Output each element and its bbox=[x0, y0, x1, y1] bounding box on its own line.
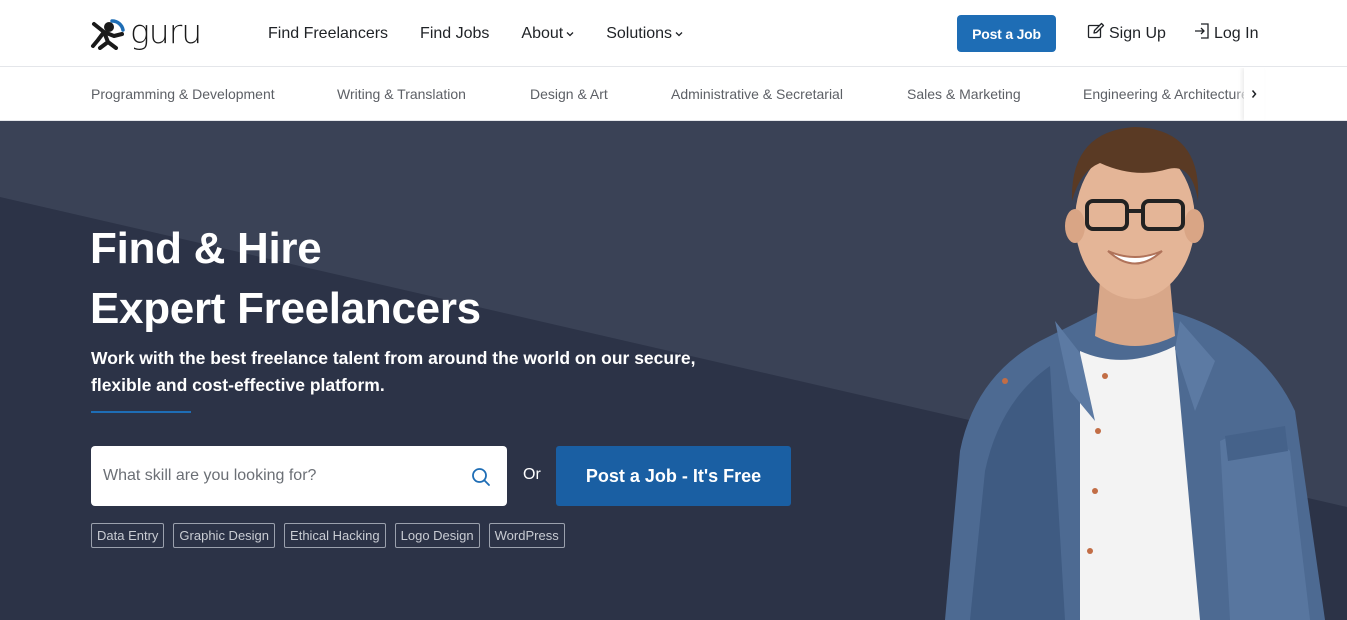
category-next-button[interactable] bbox=[1244, 68, 1264, 120]
popular-skill-tags: Data Entry Graphic Design Ethical Hackin… bbox=[91, 523, 565, 548]
nav-label: Solutions bbox=[606, 24, 673, 42]
hero-title: Find & Hire Expert Freelancers bbox=[90, 219, 481, 339]
nav-find-freelancers[interactable]: Find Freelancers bbox=[268, 25, 388, 43]
hero-underline-divider bbox=[91, 411, 191, 413]
skill-tag[interactable]: Graphic Design bbox=[173, 523, 276, 548]
category-engineering[interactable]: Engineering & Architecture bbox=[1083, 86, 1249, 102]
guru-logo-icon bbox=[90, 18, 128, 50]
edit-icon bbox=[1087, 22, 1109, 45]
post-job-button[interactable]: Post a Job bbox=[957, 15, 1056, 52]
skill-tag[interactable]: Logo Design bbox=[394, 523, 480, 548]
hero-title-line1: Find & Hire bbox=[90, 224, 322, 273]
hero-title-line2: Expert Freelancers bbox=[90, 284, 481, 333]
skill-search-input[interactable] bbox=[103, 467, 453, 485]
nav-about[interactable]: About bbox=[521, 25, 574, 43]
hero-person-image bbox=[945, 127, 1325, 620]
nav-solutions[interactable]: Solutions bbox=[606, 25, 683, 43]
search-icon[interactable] bbox=[471, 467, 491, 487]
category-administrative[interactable]: Administrative & Secretarial bbox=[671, 86, 843, 102]
top-navigation: guru Find Freelancers Find Jobs About So… bbox=[0, 0, 1347, 67]
category-sales[interactable]: Sales & Marketing bbox=[907, 86, 1021, 102]
login-icon bbox=[1194, 22, 1214, 45]
category-writing[interactable]: Writing & Translation bbox=[337, 86, 466, 102]
skill-tag[interactable]: Data Entry bbox=[91, 523, 165, 548]
skill-tag[interactable]: Ethical Hacking bbox=[284, 523, 386, 548]
main-nav: Find Freelancers Find Jobs About Solutio… bbox=[268, 0, 715, 67]
nav-label: Find Freelancers bbox=[268, 24, 389, 42]
guru-logo[interactable]: guru bbox=[90, 11, 224, 51]
nav-label: Find Jobs bbox=[420, 24, 490, 42]
nav-label: About bbox=[521, 24, 564, 42]
chevron-down-icon bbox=[675, 29, 683, 39]
skill-tag[interactable]: WordPress bbox=[488, 523, 565, 548]
category-programming[interactable]: Programming & Development bbox=[91, 86, 275, 102]
hero-subtitle: Work with the best freelance talent from… bbox=[91, 348, 696, 395]
log-in-link[interactable]: Log In bbox=[1194, 22, 1258, 45]
skill-search-box bbox=[91, 446, 507, 506]
nav-find-jobs[interactable]: Find Jobs bbox=[420, 25, 489, 43]
chevron-down-icon bbox=[566, 29, 574, 39]
sign-up-label: Sign Up bbox=[1109, 24, 1166, 42]
logo-wordmark: guru bbox=[130, 11, 202, 51]
category-bar: Programming & Development Writing & Tran… bbox=[0, 68, 1347, 121]
log-in-label: Log In bbox=[1214, 24, 1259, 42]
or-label: Or bbox=[523, 466, 541, 483]
sign-up-link[interactable]: Sign Up bbox=[1087, 22, 1166, 45]
post-job-free-button[interactable]: Post a Job - It's Free bbox=[556, 446, 791, 506]
hero-section: Find & Hire Expert Freelancers Work with… bbox=[0, 121, 1347, 620]
chevron-right-icon bbox=[1251, 86, 1257, 104]
category-design[interactable]: Design & Art bbox=[530, 86, 608, 102]
